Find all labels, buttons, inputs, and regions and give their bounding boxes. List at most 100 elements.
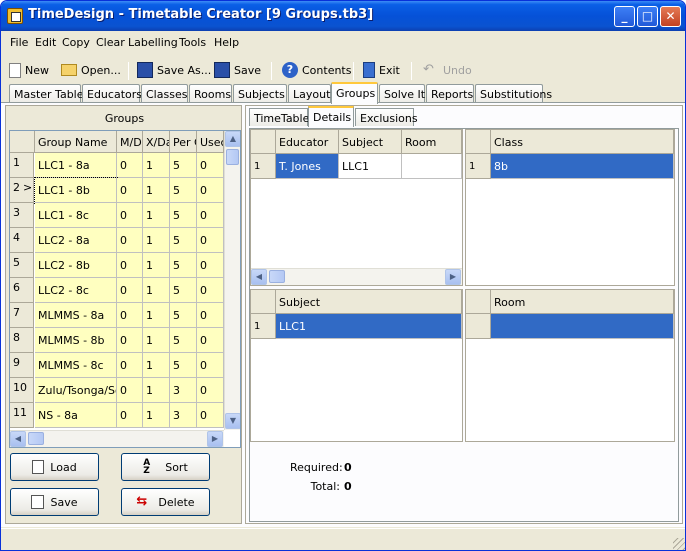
per-cell[interactable]: 5 <box>170 178 197 203</box>
tab-groups[interactable]: Groups <box>331 82 378 104</box>
menu-file[interactable]: File <box>10 36 28 49</box>
group-name-cell[interactable]: LLC1 - 8c <box>35 203 117 228</box>
save-toolbar-button[interactable]: Save <box>214 60 261 80</box>
per-cell[interactable]: 5 <box>170 253 197 278</box>
used-cell[interactable]: 0 <box>197 178 224 203</box>
md-cell[interactable]: 0 <box>117 353 143 378</box>
title-bar[interactable]: TimeDesign - Timetable Creator [9 Groups… <box>1 1 685 31</box>
group-name-cell[interactable]: LLC2 - 8b <box>35 253 117 278</box>
close-button[interactable]: ✕ <box>660 6 681 27</box>
per-cell[interactable]: 5 <box>170 303 197 328</box>
column-header-per[interactable]: Per C <box>170 131 197 153</box>
column-header-class[interactable]: Class <box>491 130 674 154</box>
row-header[interactable]: 2 > <box>10 178 34 203</box>
tab-classes[interactable]: Classes <box>141 84 188 103</box>
row-header[interactable]: 6 <box>10 278 34 303</box>
row-header[interactable]: 9 <box>10 353 34 378</box>
row-header[interactable]: 1 <box>466 154 491 179</box>
xd-cell[interactable]: 1 <box>143 253 170 278</box>
row-header[interactable]: 8 <box>10 328 34 353</box>
xd-cell[interactable]: 1 <box>143 403 170 428</box>
class-cell[interactable]: 8b <box>491 154 674 179</box>
class-grid[interactable]: Class 1 8b <box>465 129 675 286</box>
row-header[interactable]: 10 <box>10 378 34 403</box>
md-cell[interactable]: 0 <box>117 278 143 303</box>
xd-cell[interactable]: 1 <box>143 203 170 228</box>
group-name-cell[interactable]: MLMMS - 8b <box>35 328 117 353</box>
room-cell[interactable] <box>491 314 674 339</box>
tab-exclusions[interactable]: Exclusions <box>355 108 418 126</box>
md-cell[interactable]: 0 <box>117 378 143 403</box>
md-cell[interactable]: 0 <box>117 153 143 178</box>
subject-cell[interactable]: LLC1 <box>276 314 462 339</box>
subject-grid[interactable]: Subject 1 LLC1 <box>250 289 463 442</box>
used-cell[interactable]: 0 <box>197 303 224 328</box>
xd-cell[interactable]: 1 <box>143 378 170 403</box>
column-header-md[interactable]: M/D <box>117 131 143 153</box>
group-name-cell[interactable]: LLC2 - 8a <box>35 228 117 253</box>
xd-cell[interactable]: 1 <box>143 178 170 203</box>
load-button[interactable]: Load <box>10 453 99 481</box>
md-cell[interactable]: 0 <box>117 203 143 228</box>
per-cell[interactable]: 5 <box>170 353 197 378</box>
row-header[interactable]: 1 <box>251 154 276 179</box>
menu-help[interactable]: Help <box>214 36 239 49</box>
educator-cell[interactable]: T. Jones <box>276 154 339 179</box>
xd-cell[interactable]: 1 <box>143 278 170 303</box>
group-name-cell[interactable]: Zulu/Tsonga/So <box>35 378 117 403</box>
delete-button[interactable]: ⇆ Delete <box>121 488 210 516</box>
used-cell[interactable]: 0 <box>197 228 224 253</box>
row-header[interactable]: 3 <box>10 203 34 228</box>
tab-substitutions[interactable]: Substitutions <box>475 84 552 103</box>
group-name-cell[interactable]: LLC1 - 8a <box>35 153 117 178</box>
tab-reports[interactable]: Reports <box>426 84 474 103</box>
menu-edit[interactable]: Edit <box>35 36 56 49</box>
tab-rooms[interactable]: Rooms <box>189 84 232 103</box>
scroll-up-arrow-icon[interactable]: ▲ <box>225 131 240 147</box>
menu-tools[interactable]: Tools <box>179 36 206 49</box>
resize-grip-icon[interactable] <box>673 538 685 550</box>
room-grid[interactable]: Room <box>465 289 675 442</box>
used-cell[interactable]: 0 <box>197 378 224 403</box>
column-header-subject[interactable]: Subject <box>276 290 462 314</box>
maximize-button[interactable]: □ <box>637 6 658 27</box>
used-cell[interactable]: 0 <box>197 253 224 278</box>
open-button[interactable]: Open... <box>61 60 121 80</box>
md-cell[interactable]: 0 <box>117 328 143 353</box>
row-header[interactable]: 4 <box>10 228 34 253</box>
column-header-room[interactable]: Room <box>491 290 674 314</box>
used-cell[interactable]: 0 <box>197 278 224 303</box>
group-name-cell[interactable]: LLC1 - 8b <box>34 177 118 204</box>
minimize-button[interactable]: _ <box>614 6 635 27</box>
tab-subjects[interactable]: Subjects <box>233 84 287 103</box>
xd-cell[interactable]: 1 <box>143 328 170 353</box>
per-cell[interactable]: 5 <box>170 228 197 253</box>
row-header[interactable]: 1 <box>10 153 34 178</box>
per-cell[interactable]: 5 <box>170 153 197 178</box>
scroll-left-arrow-icon[interactable]: ◀ <box>251 269 267 285</box>
per-cell[interactable]: 3 <box>170 403 197 428</box>
md-cell[interactable]: 0 <box>117 228 143 253</box>
row-header[interactable] <box>466 314 491 339</box>
tab-timetable[interactable]: TimeTable <box>249 108 309 126</box>
row-header[interactable]: 1 <box>251 314 276 339</box>
xd-cell[interactable]: 1 <box>143 153 170 178</box>
column-header-group-name[interactable]: Group Name <box>35 131 117 153</box>
scroll-left-arrow-icon[interactable]: ◀ <box>10 431 26 447</box>
tab-layout[interactable]: Layout <box>288 84 331 103</box>
xd-cell[interactable]: 1 <box>143 228 170 253</box>
scroll-down-arrow-icon[interactable]: ▼ <box>225 413 240 429</box>
scroll-thumb[interactable] <box>28 432 44 445</box>
menu-labelling[interactable]: Labelling <box>128 36 178 49</box>
tab-details[interactable]: Details <box>308 106 354 127</box>
save-as-button[interactable]: Save As... <box>137 60 211 80</box>
scroll-right-arrow-icon[interactable]: ▶ <box>207 431 223 447</box>
used-cell[interactable]: 0 <box>197 403 224 428</box>
educator-grid[interactable]: Educator Subject Room 1 T. Jones LLC1 ◀ … <box>250 129 463 286</box>
tab-solve-it[interactable]: Solve It <box>379 84 425 103</box>
column-header-room[interactable]: Room <box>402 130 462 154</box>
scroll-right-arrow-icon[interactable]: ▶ <box>445 269 461 285</box>
contents-button[interactable]: ? Contents <box>282 60 351 80</box>
used-cell[interactable]: 0 <box>197 353 224 378</box>
groups-horizontal-scrollbar[interactable]: ◀ ▶ <box>10 430 224 447</box>
